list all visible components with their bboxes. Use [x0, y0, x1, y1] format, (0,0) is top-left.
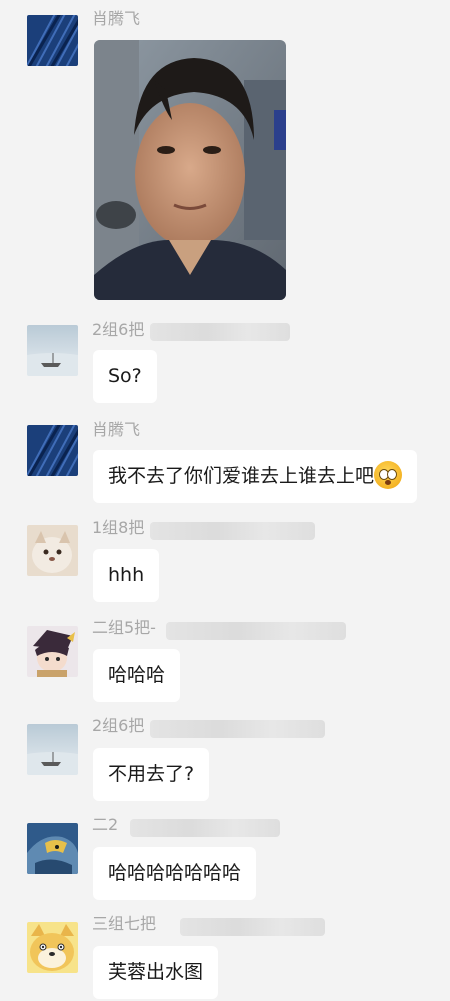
text-message[interactable]: 哈哈哈哈哈哈哈 [93, 847, 257, 900]
redacted-name-blur [150, 323, 290, 341]
avatar-user-2-6[interactable] [27, 325, 78, 376]
redacted-name-blur [130, 819, 280, 837]
text-message[interactable]: 不用去了? [93, 748, 210, 801]
message-text: 我不去了你们爱谁去上谁去上吧 [108, 465, 375, 487]
avatar-user-xiaotengfei[interactable] [27, 15, 78, 66]
text-message[interactable]: 芙蓉出水图 [93, 946, 219, 999]
text-message[interactable]: 哈哈哈 [93, 649, 181, 702]
sender-name: 2组6把 [92, 320, 145, 339]
redacted-name-blur [150, 522, 315, 540]
avatar-user-2-x[interactable] [27, 823, 78, 874]
sender-name: 三组七把 [92, 914, 157, 933]
avatar-user-3-7[interactable] [27, 922, 78, 973]
text-message[interactable]: 我不去了你们爱谁去上谁去上吧 [93, 450, 418, 503]
sender-name: 肖腾飞 [92, 420, 141, 439]
sender-name: 1组8把 [92, 518, 145, 537]
image-message[interactable] [94, 40, 286, 300]
redacted-name-blur [166, 622, 346, 640]
avatar-user-2-6[interactable] [27, 724, 78, 775]
sender-name: 二组5把- [92, 618, 156, 637]
sender-name: 二2 [92, 815, 119, 834]
text-message[interactable]: hhh [93, 549, 160, 602]
text-message[interactable]: So? [93, 350, 157, 403]
flushed-face-emoji [374, 461, 403, 489]
redacted-name-blur [180, 918, 325, 936]
redacted-name-blur [150, 720, 325, 738]
sender-name: 肖腾飞 [92, 9, 141, 28]
sender-name: 2组6把 [92, 716, 145, 735]
avatar-user-1-8[interactable] [27, 525, 78, 576]
avatar-user-2-5[interactable] [27, 626, 78, 677]
avatar-user-xiaotengfei[interactable] [27, 425, 78, 476]
